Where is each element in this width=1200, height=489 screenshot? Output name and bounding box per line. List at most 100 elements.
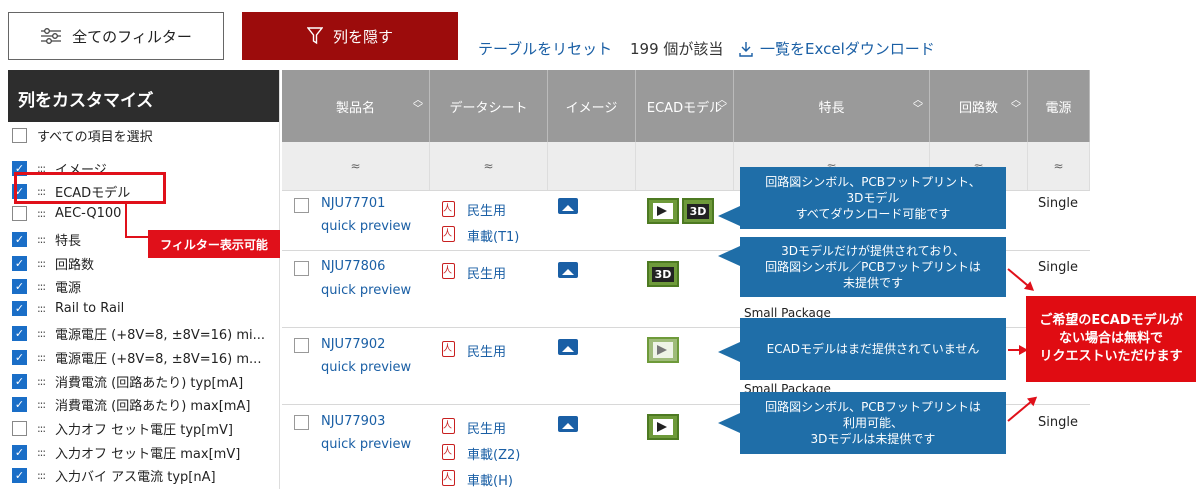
part-number-link[interactable]: NJU77701 [321, 196, 385, 211]
drag-handle-icon[interactable]: ::: [27, 233, 55, 246]
row-checkbox[interactable] [294, 261, 309, 276]
funnel-icon [306, 27, 323, 45]
checkbox-checked[interactable] [12, 232, 27, 247]
drag-handle-icon[interactable]: ::: [27, 375, 55, 388]
column-item-offset-typ[interactable]: ::: 入力オフ セット電圧 typ[mV] [12, 419, 233, 438]
filter-icon[interactable]: ≈ [1028, 142, 1090, 190]
checkbox-checked[interactable] [12, 301, 27, 316]
drag-handle-icon[interactable]: ::: [27, 446, 55, 459]
filter-icon[interactable]: ≈ [282, 142, 430, 190]
column-item-rail-to-rail[interactable]: ::: Rail to Rail [12, 301, 124, 316]
column-item-bias-typ[interactable]: ::: 入力バイ アス電流 typ[nA] [12, 466, 216, 485]
image-icon[interactable] [558, 339, 578, 355]
drag-handle-icon[interactable]: ::: [27, 257, 55, 270]
part-number-link[interactable]: NJU77902 [321, 337, 385, 352]
checkbox-checked[interactable] [12, 445, 27, 460]
hit-count: 199 個が該当 [630, 40, 724, 58]
column-item-label: 特長 [55, 234, 82, 249]
all-filters-button[interactable]: 全てのフィルター [8, 12, 224, 60]
part-number-link[interactable]: NJU77903 [321, 414, 385, 429]
ecad-not-available-icon [647, 337, 679, 363]
column-item-label: 消費電流 (回路あたり) typ[mA] [55, 376, 244, 391]
checkbox[interactable] [12, 206, 27, 221]
hide-columns-button[interactable]: 列を隠す [242, 12, 458, 60]
image-icon[interactable] [558, 198, 578, 214]
checkbox-checked[interactable] [12, 374, 27, 389]
datasheet-link[interactable]: 民生用 [467, 263, 506, 282]
sort-icon[interactable]: ︿ ﹀ [413, 96, 423, 115]
filter-callout: フィルター表示可能 [148, 230, 280, 258]
checkbox-checked[interactable] [12, 279, 27, 294]
power-cell: Single [1038, 196, 1078, 211]
datasheet-link[interactable]: 車載(T1) [467, 226, 519, 245]
drag-handle-icon[interactable]: ::: [27, 280, 55, 293]
column-item-power[interactable]: ::: 電源 [12, 277, 81, 296]
drag-handle-icon[interactable]: ::: [27, 207, 55, 220]
quick-preview-link[interactable]: quick preview [321, 437, 411, 452]
header-ecad[interactable]: ECADモデル ︿ ﹀ [636, 70, 734, 142]
quick-preview-link[interactable]: quick preview [321, 219, 411, 234]
header-image[interactable]: イメージ [548, 70, 636, 142]
reset-table-link[interactable]: テーブルをリセット [478, 38, 612, 59]
column-item-circuits[interactable]: ::: 回路数 [12, 254, 94, 273]
datasheet-link[interactable]: 民生用 [467, 418, 506, 437]
callout-tail [718, 206, 740, 226]
row-checkbox[interactable] [294, 338, 309, 353]
3d-model-icon[interactable]: 3D [682, 198, 714, 224]
column-item-current-typ[interactable]: ::: 消費電流 (回路あたり) typ[mA] [12, 372, 243, 391]
checkbox-checked[interactable] [12, 326, 27, 341]
header-power[interactable]: 電源 [1028, 70, 1090, 142]
sort-icon[interactable]: ︿ ﹀ [1011, 96, 1021, 115]
image-icon[interactable] [558, 262, 578, 278]
column-item-features[interactable]: ::: 特長 [12, 230, 81, 249]
column-item-supply-voltage-max[interactable]: ::: 電源電圧 (+8V=8, ±8V=16) m... [12, 348, 261, 367]
column-item-supply-voltage-min[interactable]: ::: 電源電圧 (+8V=8, ±8V=16) mi... [12, 324, 265, 343]
datasheet-link[interactable]: 車載(Z2) [467, 444, 520, 463]
drag-handle-icon[interactable]: ::: [27, 327, 55, 340]
column-item-label: 入力オフ セット電圧 typ[mV] [55, 423, 234, 438]
column-item-current-max[interactable]: ::: 消費電流 (回路あたり) max[mA] [12, 395, 250, 414]
datasheet-link[interactable]: 民生用 [467, 200, 506, 219]
checkbox[interactable] [12, 421, 27, 436]
sort-icon[interactable]: ︿ ﹀ [913, 96, 923, 115]
drag-handle-icon[interactable]: ::: [27, 469, 55, 482]
part-number-link[interactable]: NJU77806 [321, 259, 385, 274]
checkbox-checked[interactable] [12, 397, 27, 412]
header-features[interactable]: 特長 ︿ ﹀ [734, 70, 930, 142]
sort-icon[interactable]: ︿ ﹀ [717, 96, 727, 115]
quick-preview-link[interactable]: quick preview [321, 283, 411, 298]
row-checkbox[interactable] [294, 198, 309, 213]
schematic-symbol-icon[interactable] [647, 198, 679, 224]
drag-handle-icon[interactable]: ::: [27, 351, 55, 364]
checkbox-checked[interactable] [12, 350, 27, 365]
checkbox-checked[interactable] [12, 468, 27, 483]
callout-tail [718, 342, 740, 362]
column-item-offset-max[interactable]: ::: 入力オフ セット電圧 max[mV] [12, 443, 240, 462]
header-product-name[interactable]: 製品名 ︿ ﹀ [282, 70, 430, 142]
3d-model-icon[interactable]: 3D [647, 261, 679, 287]
datasheet-link[interactable]: 車載(H) [467, 470, 513, 489]
drag-handle-icon[interactable]: ::: [27, 398, 55, 411]
ecad-full-callout: 回路図シンボル、PCBフットプリント、 3Dモデル すべてダウンロード可能です [740, 167, 1006, 229]
drag-handle-icon[interactable]: ::: [27, 302, 55, 315]
filter-icon[interactable]: ≈ [430, 142, 548, 190]
power-cell: Single [1038, 260, 1078, 275]
quick-preview-link[interactable]: quick preview [321, 360, 411, 375]
select-all-checkbox[interactable]: すべての項目を選択 [12, 126, 153, 145]
checkbox[interactable] [12, 128, 27, 143]
row-checkbox[interactable] [294, 415, 309, 430]
all-filters-label: 全てのフィルター [72, 27, 192, 46]
image-icon[interactable] [558, 416, 578, 432]
excel-download-link[interactable]: 一覧をExcelダウンロード [738, 38, 935, 59]
sliders-icon [41, 28, 62, 44]
pdf-icon [442, 263, 455, 279]
schematic-symbol-icon[interactable] [647, 414, 679, 440]
checkbox-checked[interactable] [12, 256, 27, 271]
column-item-label: 電源電圧 (+8V=8, ±8V=16) mi... [55, 328, 266, 343]
pdf-icon [442, 418, 455, 434]
header-circuits[interactable]: 回路数 ︿ ﹀ [930, 70, 1028, 142]
header-datasheet[interactable]: データシート [430, 70, 548, 142]
datasheet-link[interactable]: 民生用 [467, 341, 506, 360]
column-item-aec-q100[interactable]: ::: AEC-Q100 [12, 206, 121, 221]
drag-handle-icon[interactable]: ::: [27, 422, 55, 435]
